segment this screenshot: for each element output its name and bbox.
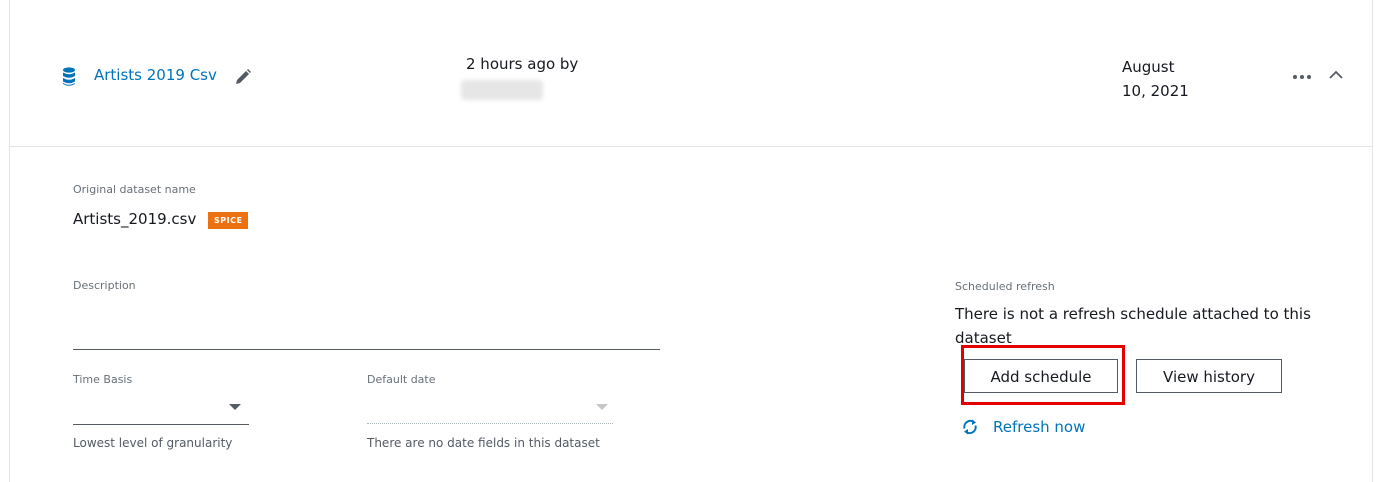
add-schedule-button[interactable]: Add schedule [964,359,1118,393]
created-date: August 10, 2021 [1122,58,1189,100]
description-label: Description [73,279,136,292]
time-basis-select[interactable] [73,392,249,426]
ellipsis-icon[interactable] [1292,72,1312,82]
time-basis-helper: Lowest level of granularity [73,436,233,450]
database-icon [63,67,75,86]
caret-down-icon [229,404,241,410]
original-name-label: Original dataset name [73,183,196,196]
no-schedule-message: There is not a refresh schedule attached… [955,305,1311,347]
pencil-icon[interactable] [234,68,252,86]
blurred-username [461,80,543,100]
view-history-button[interactable]: View history [1136,359,1282,393]
time-basis-underline [73,424,249,425]
spice-badge: SPICE [208,212,249,229]
time-basis-label: Time Basis [73,373,133,386]
default-date-select[interactable] [367,392,613,426]
original-name-value: Artists_2019.csv [73,210,197,228]
dataset-title-link[interactable]: Artists 2019 Csv [94,66,217,84]
refresh-icon[interactable] [961,418,979,436]
dataset-card: Artists 2019 Csv 2 hours ago by August 1… [9,0,1373,482]
default-date-label: Default date [367,373,436,386]
default-date-helper: There are no date fields in this dataset [367,436,600,450]
dataset-header-row: Artists 2019 Csv 2 hours ago by August 1… [10,0,1372,147]
refresh-now-link[interactable]: Refresh now [993,418,1085,436]
default-date-underline [367,423,613,425]
caret-down-icon [596,404,608,410]
chevron-up-icon[interactable] [1328,67,1344,83]
description-underline [73,349,660,350]
last-updated-text: 2 hours ago by [466,55,579,73]
scheduled-refresh-label: Scheduled refresh [955,280,1055,293]
